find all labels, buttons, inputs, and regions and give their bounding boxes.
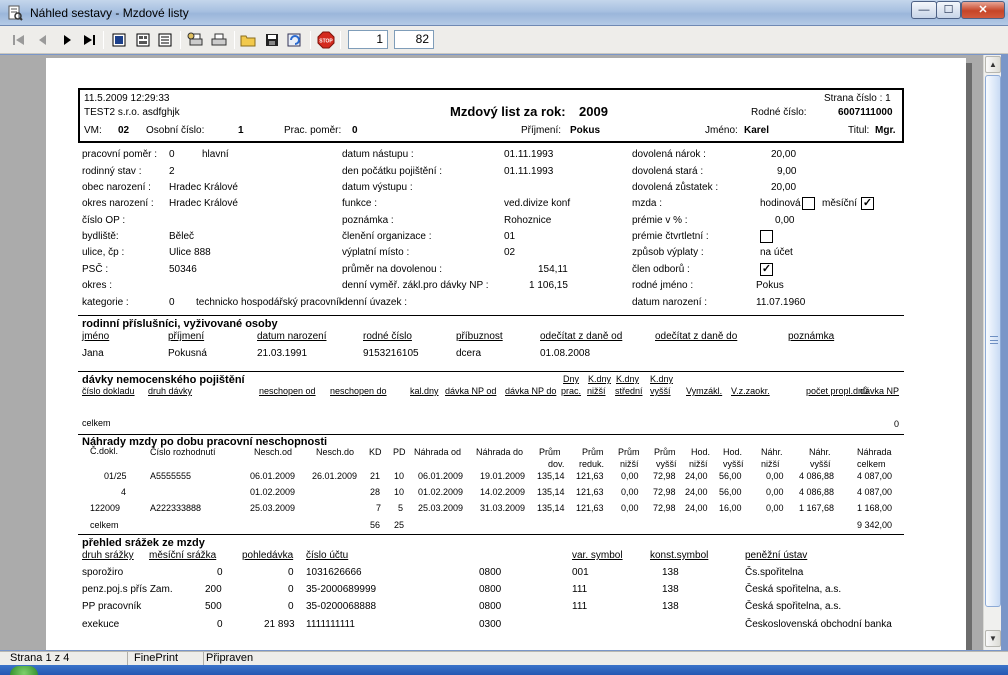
page-number-label: Strana číslo : 1 <box>824 93 891 104</box>
vm-label: VM: <box>84 125 102 136</box>
title-label: Titul: <box>848 125 870 136</box>
report-year: 2009 <box>579 104 608 119</box>
scroll-thumb[interactable] <box>985 75 1001 607</box>
save-icon[interactable] <box>263 31 281 49</box>
table-row: Jana <box>82 348 104 359</box>
refresh-icon[interactable] <box>286 31 304 49</box>
preview-area[interactable]: 11.5.2009 12:29:33 TEST2 s.r.o. asdfghjk… <box>0 55 983 650</box>
print-datetime: 11.5.2009 12:29:33 <box>84 93 170 104</box>
zoom-page-icon[interactable] <box>134 31 152 49</box>
mzda-hourly-label: hodinová <box>760 198 801 209</box>
first-name: Karel <box>744 125 770 136</box>
surname-label: Příjmení: <box>521 125 562 136</box>
page-width-icon[interactable] <box>156 31 174 49</box>
minimize-button[interactable]: — <box>911 1 937 19</box>
print-icon[interactable] <box>210 31 228 49</box>
sickness-section-title: dávky nemocenského pojištění <box>82 374 245 386</box>
next-page-icon[interactable] <box>58 31 76 49</box>
vm-value: 02 <box>118 125 130 136</box>
title-bar: Náhled sestavy - Mzdové listy — ☐ ✕ <box>0 0 1008 26</box>
deductions-section-title: přehled srážek ze mzdy <box>82 537 205 549</box>
status-printer: FinePrint 2000 <box>128 652 204 675</box>
birth-number: 6007111000 <box>838 107 893 118</box>
family-section-title: rodinní příslušníci, vyživované osoby <box>82 318 278 330</box>
mzda-monthly-checkbox[interactable]: ✓ <box>861 197 874 210</box>
union-member-checkbox[interactable]: ✓ <box>760 263 773 276</box>
report-preview-icon <box>8 5 23 21</box>
start-button[interactable] <box>10 666 38 675</box>
last-page-icon[interactable] <box>80 31 98 49</box>
employment-relation-label: Prac. poměr: <box>284 125 342 136</box>
mzda-monthly-label: měsíční <box>822 198 858 209</box>
mzda-hourly-checkbox[interactable] <box>802 197 815 210</box>
personal-number-label: Osobní číslo: <box>146 125 205 136</box>
status-page: Strana 1 z 4 <box>4 652 128 666</box>
previous-page-icon[interactable] <box>34 31 52 49</box>
open-folder-icon[interactable] <box>240 31 258 49</box>
title-value: Mgr. <box>875 125 896 136</box>
page-total-field: 82 <box>394 30 434 49</box>
birth-number-label: Rodné číslo: <box>751 107 807 118</box>
close-button[interactable]: ✕ <box>961 1 1005 19</box>
stop-icon[interactable]: STOP <box>317 31 335 49</box>
toolbar: STOP 1 82 <box>0 26 1008 54</box>
company-name: TEST2 s.r.o. asdfghjk <box>84 107 180 118</box>
svg-text:STOP: STOP <box>319 39 333 45</box>
scroll-down-icon[interactable]: ▼ <box>985 630 1001 647</box>
status-bar: Strana 1 z 4 FinePrint 2000 Připraven <box>0 651 1008 675</box>
status-state: Připraven <box>206 652 254 664</box>
first-page-icon[interactable] <box>10 31 28 49</box>
scroll-up-icon[interactable]: ▲ <box>985 56 1001 73</box>
surname: Pokus <box>570 125 601 136</box>
print-setup-icon[interactable] <box>187 31 205 49</box>
report-page: 11.5.2009 12:29:33 TEST2 s.r.o. asdfghjk… <box>46 58 966 650</box>
single-page-icon[interactable] <box>110 31 128 49</box>
window-title: Náhled sestavy - Mzdové listy <box>30 6 189 20</box>
first-name-label: Jméno: <box>705 125 738 136</box>
taskbar <box>0 665 1008 675</box>
page-number-input[interactable]: 1 <box>348 30 388 49</box>
employment-relation: 0 <box>352 125 358 136</box>
maximize-button[interactable]: ☐ <box>936 1 961 19</box>
report-title: Mzdový list za rok: <box>450 104 566 119</box>
personal-number: 1 <box>238 125 244 136</box>
quarterly-bonus-checkbox[interactable] <box>760 230 773 243</box>
vertical-scrollbar[interactable]: ▲ ▼ <box>983 55 1001 650</box>
